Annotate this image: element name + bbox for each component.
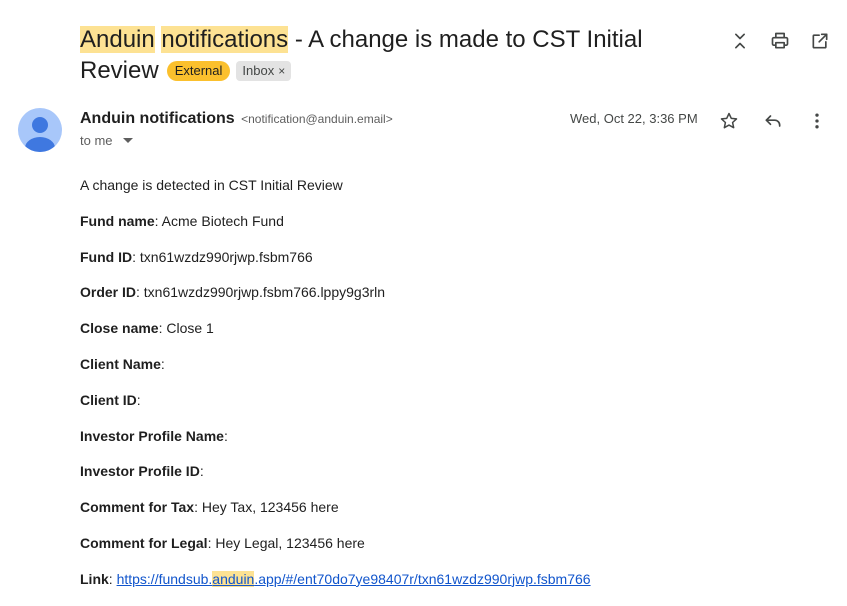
email-date: Wed, Oct 22, 3:36 PM	[570, 111, 698, 126]
chevron-down-icon[interactable]	[122, 138, 133, 143]
field-label: Comment for Legal	[80, 534, 208, 551]
field-label: Order ID	[80, 284, 137, 301]
external-badge: External	[166, 61, 231, 81]
field-order-id: Order ID: txn61wzdz990rjwp.fsbm766.lppy9…	[80, 284, 386, 301]
field-label: Client ID	[80, 391, 137, 408]
field-label: Fund name	[80, 212, 155, 229]
sender-email: <notification@anduin.email>	[241, 112, 393, 126]
field-value: txn61wzdz990rjwp.fsbm766.lppy9g3rln	[139, 284, 386, 301]
open-new-window-icon[interactable]	[807, 28, 833, 54]
message-toolbar	[716, 108, 830, 134]
field-value: Close 1	[162, 320, 214, 337]
recipients-row: to me	[80, 133, 133, 148]
field-comment-legal: Comment for Legal: Hey Legal, 123456 her…	[80, 534, 365, 551]
avatar[interactable]	[18, 108, 62, 152]
subject-highlight-anduin: Anduin	[80, 26, 155, 53]
inbox-label-text: Inbox	[242, 63, 275, 78]
collapse-icon[interactable]	[727, 28, 753, 54]
inbox-label: Inbox ×	[236, 61, 292, 81]
field-investor-profile-name: Investor Profile Name:	[80, 427, 228, 444]
link-part: https://fundsub.	[116, 570, 213, 587]
reply-icon[interactable]	[760, 108, 786, 134]
more-vert-icon[interactable]	[804, 108, 830, 134]
email-body: A change is detected in CST Initial Revi…	[80, 177, 591, 606]
star-icon[interactable]	[716, 108, 742, 134]
field-label: Investor Profile ID	[80, 463, 200, 480]
person-icon	[25, 117, 55, 152]
sender-name[interactable]: Anduin notifications	[80, 110, 235, 127]
sender-row: Anduin notifications <notification@andui…	[80, 109, 393, 129]
print-icon[interactable]	[767, 28, 793, 54]
field-label: Comment for Tax	[80, 499, 195, 516]
thread-toolbar	[727, 28, 833, 54]
remove-label-icon[interactable]: ×	[278, 64, 285, 78]
field-client-id: Client ID:	[80, 391, 141, 408]
field-label: Investor Profile Name	[80, 427, 224, 444]
field-value: Hey Legal, 123456 here	[211, 534, 365, 551]
link-highlight: anduin	[212, 570, 255, 587]
field-label: Fund ID	[80, 248, 133, 265]
field-fund-name: Fund name: Acme Biotech Fund	[80, 212, 284, 229]
recipients-text: to me	[80, 133, 113, 148]
field-value: Hey Tax, 123456 here	[197, 499, 339, 516]
field-label: Close name	[80, 320, 159, 337]
field-investor-profile-id: Investor Profile ID:	[80, 463, 204, 480]
field-label: Link	[80, 570, 109, 587]
body-intro: A change is detected in CST Initial Revi…	[80, 177, 343, 193]
subject-header: Anduin notifications - A change is made …	[80, 24, 720, 86]
field-close-name: Close name: Close 1	[80, 320, 214, 337]
email-subject: Anduin notifications - A change is made …	[80, 26, 643, 84]
fundsub-link[interactable]: https://fundsub.anduin.app/#/ent70do7ye9…	[116, 570, 591, 587]
field-link: Link: https://fundsub.anduin.app/#/ent70…	[80, 570, 591, 587]
field-fund-id: Fund ID: txn61wzdz990rjwp.fsbm766	[80, 248, 313, 265]
field-label: Client Name	[80, 355, 161, 372]
subject-highlight-notifications: notifications	[161, 26, 289, 53]
field-value: txn61wzdz990rjwp.fsbm766	[136, 248, 313, 265]
field-comment-tax: Comment for Tax: Hey Tax, 123456 here	[80, 499, 339, 516]
field-client-name: Client Name:	[80, 355, 165, 372]
link-part: .app/#/ent70do7ye98407r/txn61wzdz990rjwp…	[254, 570, 591, 587]
field-value: Acme Biotech Fund	[158, 212, 284, 229]
